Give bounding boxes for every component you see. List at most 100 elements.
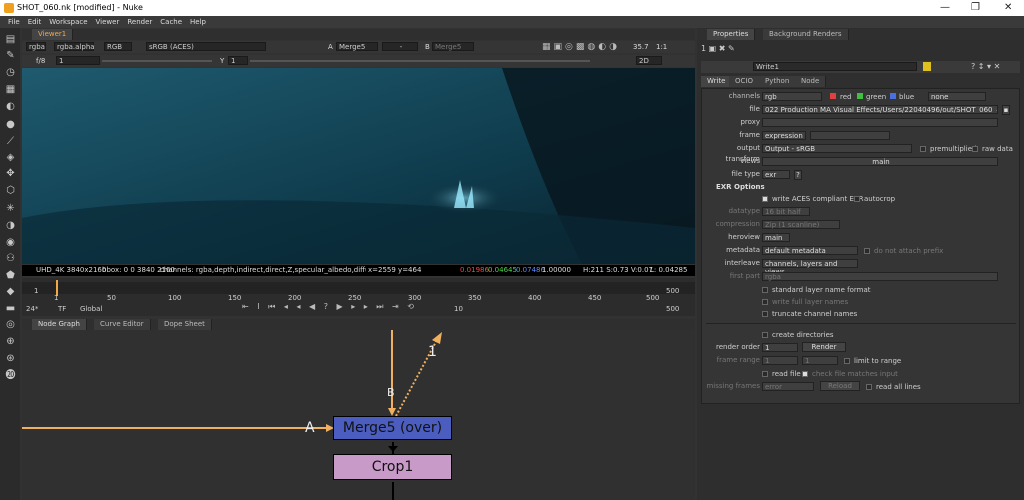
keyer-icon[interactable]: ⟋ <box>5 136 16 147</box>
premultiplied-checkbox[interactable] <box>920 146 926 152</box>
green-checkbox[interactable] <box>857 93 863 99</box>
tab-dope-sheet[interactable]: Dope Sheet <box>158 319 212 330</box>
tab-python[interactable]: Python <box>759 76 797 87</box>
step-field[interactable]: 10 <box>454 305 463 313</box>
tab-ocio[interactable]: OCIO <box>729 76 760 87</box>
tab-background-renders[interactable]: Background Renders <box>763 29 849 40</box>
crop1-node[interactable]: Crop1 <box>333 454 452 480</box>
furnace-icon[interactable]: ▬ <box>5 303 16 314</box>
frame-range-end-field[interactable]: 1 <box>802 356 838 365</box>
write-aces-checkbox[interactable] <box>762 196 768 202</box>
proxy-field[interactable] <box>762 118 998 127</box>
menu-viewer[interactable]: Viewer <box>96 18 120 26</box>
output-transform-select[interactable]: Output - sRGB <box>762 144 912 153</box>
view-mode-select[interactable]: 2D <box>636 56 662 65</box>
keylight-icon[interactable]: ⓴ <box>5 370 16 381</box>
frame-range-start-field[interactable]: 1 <box>762 356 798 365</box>
render-button[interactable]: Render <box>802 342 846 352</box>
create-dirs-checkbox[interactable] <box>762 332 768 338</box>
display-mode-select[interactable]: RGB <box>104 42 132 51</box>
tab-node-graph[interactable]: Node Graph <box>32 319 87 330</box>
maximize-icon[interactable]: ❐ <box>971 2 980 13</box>
heroview-select[interactable]: main <box>762 233 790 242</box>
render-order-field[interactable]: 1 <box>762 343 798 352</box>
deep-icon[interactable]: ◑ <box>5 220 16 231</box>
image-icon[interactable]: ▤ <box>5 34 16 45</box>
fstop-value[interactable]: f/8 <box>36 57 45 65</box>
ocula-icon[interactable]: ◎ <box>5 319 16 330</box>
read-file-checkbox[interactable] <box>762 371 768 377</box>
frame-select[interactable]: expression <box>762 131 806 140</box>
check-match-checkbox[interactable] <box>802 371 808 377</box>
metadata-icon[interactable]: ⚇ <box>5 253 16 264</box>
3d-icon[interactable]: ⬡ <box>5 185 16 196</box>
properties-toolbar-icons[interactable]: 1 ▣ ✖ ✎ <box>701 44 735 53</box>
lut-select[interactable]: sRGB (ACES) <box>146 42 266 51</box>
playback-controls[interactable]: ⇤ I ⏮ ◂ ◂ ◀ ? ▶ ▸ ▸ ⏭ ⇥ ⟲ <box>242 302 417 312</box>
read-all-lines-checkbox[interactable] <box>866 384 872 390</box>
color-icon[interactable]: ◐ <box>5 101 16 112</box>
zoom-value[interactable]: 35.7 <box>633 43 649 51</box>
compare-mode-select[interactable]: - <box>382 42 418 51</box>
limit-range-checkbox[interactable] <box>844 358 850 364</box>
globe-icon[interactable]: ⊛ <box>5 353 16 364</box>
channels-select[interactable]: rgba <box>26 42 46 51</box>
node-graph[interactable]: A B 1 Merge5 (over) Crop1 <box>22 330 695 500</box>
gamma-slider[interactable] <box>250 60 590 62</box>
views-select[interactable]: main <box>762 157 998 166</box>
menu-file[interactable]: File <box>8 18 20 26</box>
alpha-select[interactable]: rgba.alpha <box>54 42 95 51</box>
tab-write[interactable]: Write <box>701 76 733 87</box>
metadata-select[interactable]: default metadata <box>762 246 858 255</box>
fps-select[interactable]: 24* <box>26 305 38 313</box>
full-layer-checkbox[interactable] <box>762 299 768 305</box>
node-color-swatch[interactable] <box>923 62 931 71</box>
minimize-icon[interactable]: — <box>940 2 950 13</box>
raw-data-checkbox[interactable] <box>972 146 978 152</box>
channels-select[interactable]: rgb <box>762 92 822 101</box>
menu-render[interactable]: Render <box>127 18 152 26</box>
gamma-field[interactable]: 1 <box>228 56 248 65</box>
merge5-node[interactable]: Merge5 (over) <box>333 416 452 440</box>
interleave-select[interactable]: channels, layers and views <box>762 259 858 276</box>
tab-properties[interactable]: Properties <box>707 29 756 40</box>
datatype-select[interactable]: 16 bit half <box>762 207 810 216</box>
file-type-select[interactable]: exr <box>762 170 790 179</box>
particles-icon[interactable]: ✳ <box>5 203 16 214</box>
truncate-checkbox[interactable] <box>762 311 768 317</box>
channel-icon[interactable]: ▦ <box>5 84 16 95</box>
tf-select[interactable]: TF <box>58 305 66 313</box>
viewer-tool-icons[interactable]: ▦▣◎▩◍◐◑ <box>542 42 620 52</box>
menu-edit[interactable]: Edit <box>28 18 42 26</box>
close-icon[interactable]: ✕ <box>1004 2 1012 13</box>
cara-icon[interactable]: ⊕ <box>5 336 16 347</box>
red-checkbox[interactable] <box>830 93 836 99</box>
timeline-ruler[interactable] <box>22 282 695 294</box>
range-select[interactable]: Global <box>80 305 102 313</box>
compression-select[interactable]: Zip (1 scanline) <box>762 220 840 229</box>
merge-icon[interactable]: ◈ <box>5 152 16 163</box>
no-prefix-checkbox[interactable] <box>864 248 870 254</box>
time-icon[interactable]: ◷ <box>5 67 16 78</box>
other-icon[interactable]: ◆ <box>5 286 16 297</box>
node-name-field[interactable]: Write1 <box>753 62 917 71</box>
frame-expression-field[interactable] <box>810 131 890 140</box>
reload-button[interactable]: Reload <box>820 381 860 391</box>
panel-controls-icons[interactable]: ? ↕ ▾ ✕ <box>971 62 1000 71</box>
draw-icon[interactable]: ✎ <box>5 50 16 61</box>
menu-workspace[interactable]: Workspace <box>49 18 87 26</box>
tab-curve-editor[interactable]: Curve Editor <box>94 319 151 330</box>
input-b-select[interactable]: Merge5 <box>432 42 474 51</box>
menu-help[interactable]: Help <box>190 18 206 26</box>
transform-icon[interactable]: ✥ <box>5 168 16 179</box>
viewer-canvas[interactable] <box>22 68 695 264</box>
tab-viewer1[interactable]: Viewer1 <box>32 29 74 40</box>
file-field[interactable]: 022 Production MA Visual Effects/Users/2… <box>762 105 998 114</box>
std-layer-checkbox[interactable] <box>762 287 768 293</box>
toolsets-icon[interactable]: ⬟ <box>5 270 16 281</box>
tab-node[interactable]: Node <box>795 76 827 87</box>
ratio-value[interactable]: 1:1 <box>656 43 667 51</box>
file-browse-icon[interactable]: ▪ <box>1002 105 1010 115</box>
alpha-channel-select[interactable]: none <box>928 92 986 101</box>
first-part-select[interactable]: rgba <box>762 272 998 281</box>
